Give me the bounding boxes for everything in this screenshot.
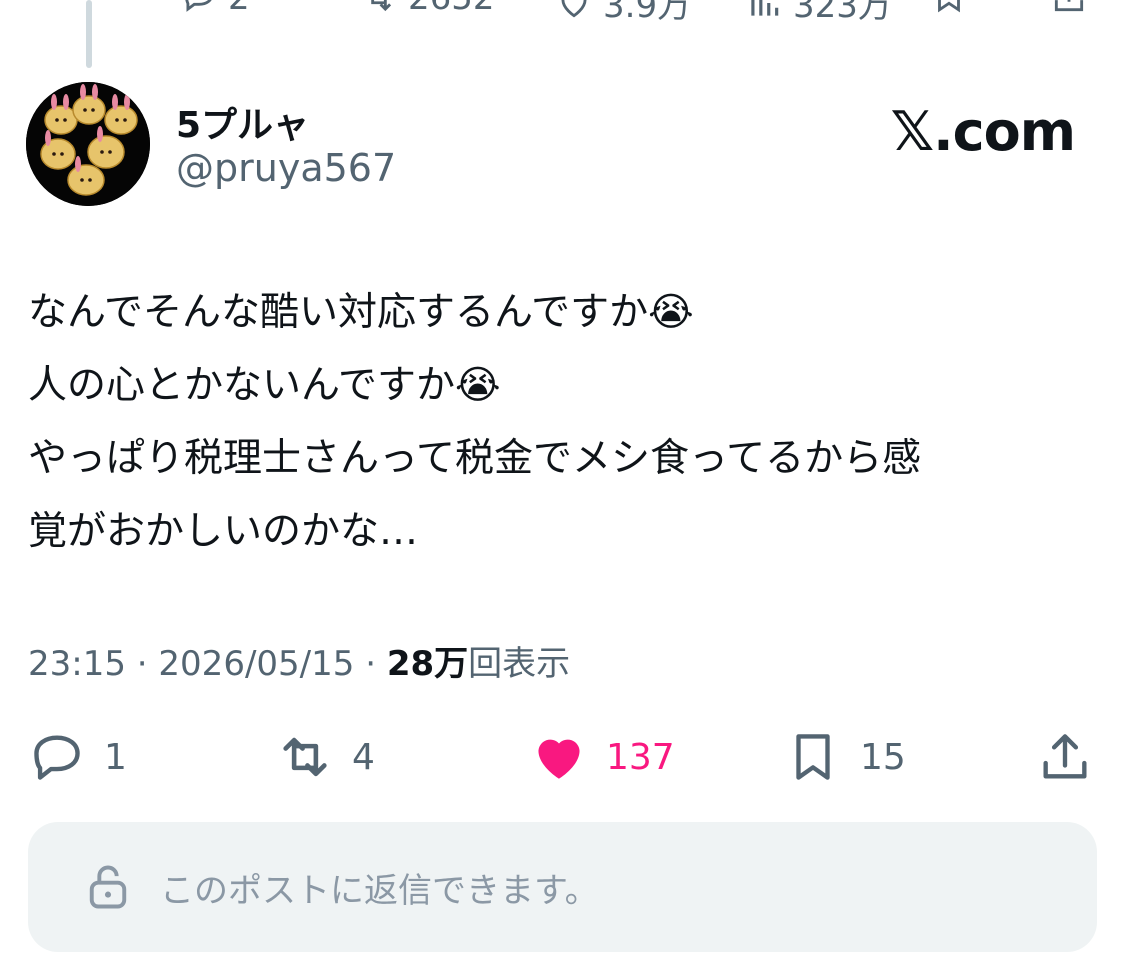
previous-repost-button[interactable]: 2652	[360, 0, 495, 18]
repost-count: 4	[352, 736, 375, 778]
reply-icon	[185, 0, 212, 12]
bookmark-count: 15	[860, 736, 906, 778]
author-handle[interactable]: @pruya567	[176, 146, 396, 190]
x-com-logo: 𝕏.com	[890, 100, 1076, 163]
post-text: なんでそんな酷い対応するんですか😭 人の心とかないんですか😭 やっぱり税理士さん…	[28, 276, 1088, 568]
repost-icon	[371, 0, 392, 12]
heart-outline-icon	[561, 0, 587, 17]
bookmark-icon	[796, 734, 830, 780]
thread-connector-line	[86, 0, 92, 68]
previous-repost-count: 2652	[408, 0, 495, 18]
author-avatar[interactable]	[26, 82, 150, 206]
bookmark-button[interactable]: 15	[784, 728, 906, 786]
unlock-icon	[89, 865, 127, 909]
heart-filled-icon	[538, 739, 580, 779]
previous-like-button[interactable]: 3.9万	[555, 0, 691, 27]
bookmark-icon	[938, 0, 960, 13]
repost-button[interactable]: 4	[276, 728, 375, 786]
post-text-line: やっぱり税理士さんって税金でメシ食ってるから感	[28, 436, 922, 481]
previous-share-button[interactable]	[1050, 0, 1088, 16]
views-chart-icon	[751, 0, 779, 16]
meta-separator: ·	[125, 644, 159, 684]
previous-like-count: 3.9万	[603, 0, 692, 26]
views-label: 回表示	[468, 644, 571, 684]
reply-button[interactable]: 1	[28, 728, 127, 786]
previous-view-count: 323万	[793, 0, 892, 26]
share-button[interactable]	[1036, 728, 1094, 786]
post-actions-bar: 1 4 137 15	[0, 728, 1125, 788]
previous-views-button[interactable]: 323万	[745, 0, 892, 27]
avatar-image	[26, 82, 150, 206]
reply-restricted-notice: このポストに返信できます。	[28, 822, 1097, 952]
previous-reply-count: 2	[228, 0, 250, 18]
reply-notice-text: このポストに返信できます。	[160, 870, 599, 911]
post-time[interactable]: 23:15	[28, 644, 126, 684]
meta-separator: ·	[354, 644, 387, 684]
share-icon	[1043, 734, 1087, 779]
previous-post-actions: 2 2652 3.9万 323万	[0, 0, 1125, 26]
repost-icon	[283, 737, 327, 777]
like-button[interactable]: 137	[530, 728, 675, 786]
post-date[interactable]: 2026/05/15	[158, 644, 354, 684]
post-metadata: 23:15 · 2026/05/15 · 28万回表示	[28, 636, 570, 685]
post-text-line: なんでそんな酷い対応するんですか😭	[28, 290, 694, 335]
reply-icon	[34, 735, 80, 780]
share-icon	[1054, 0, 1084, 12]
previous-bookmark-button[interactable]	[930, 0, 968, 16]
post-text-line: 人の心とかないんですか😭	[28, 363, 501, 408]
reply-count: 1	[104, 736, 127, 778]
previous-reply-button[interactable]: 2	[180, 0, 250, 18]
author-display-name[interactable]: 5プルャ	[176, 96, 309, 148]
views-count[interactable]: 28万	[387, 644, 468, 684]
post-text-line: 覚がおかしいのかな…	[28, 509, 419, 554]
like-count: 137	[606, 736, 675, 778]
